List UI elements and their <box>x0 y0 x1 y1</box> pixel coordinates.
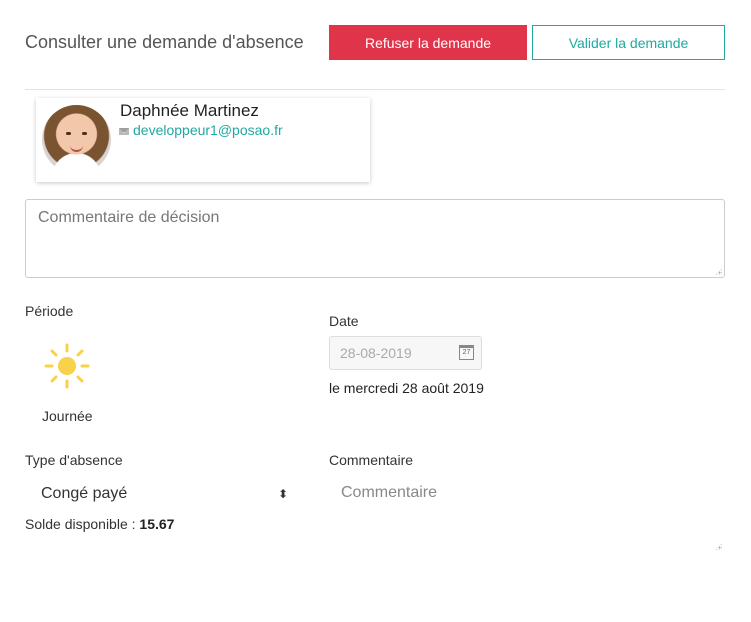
comment-label: Commentaire <box>329 452 414 468</box>
period-label: Période <box>25 303 74 319</box>
date-input-value: 28-08-2019 <box>340 345 412 361</box>
comment-placeholder: Commentaire <box>341 484 438 501</box>
calendar-icon[interactable]: 27 <box>459 345 474 360</box>
avatar-smile <box>70 144 83 152</box>
period-value: Journée <box>42 408 93 424</box>
balance-text: Solde disponible : 15.67 <box>25 516 174 532</box>
sun-icon <box>44 343 90 389</box>
date-input[interactable]: 28-08-2019 27 <box>329 336 482 370</box>
employee-card: Daphnée Martinez developpeur1@posao.fr <box>36 98 370 182</box>
date-label: Date <box>329 313 359 329</box>
employee-email-link[interactable]: developpeur1@posao.fr <box>133 122 283 138</box>
employee-name: Daphnée Martinez <box>120 101 259 120</box>
absence-type-selected: Congé payé <box>41 485 128 502</box>
select-arrows-icon: ⬍ <box>277 487 288 501</box>
decision-comment-textarea[interactable]: Commentaire de décision <box>25 199 725 278</box>
refuse-request-button[interactable]: Refuser la demande <box>329 25 527 60</box>
validate-request-button[interactable]: Valider la demande <box>532 25 725 60</box>
header-divider <box>25 89 725 90</box>
envelope-icon <box>119 128 129 135</box>
resize-grip-icon[interactable] <box>715 543 722 550</box>
date-long-text: le mercredi 28 août 2019 <box>329 380 484 396</box>
absence-type-select[interactable]: Congé payé ⬍ <box>25 479 295 509</box>
page-title: Consulter une demande d'absence <box>25 32 304 52</box>
comment-textarea[interactable]: Commentaire <box>329 476 725 552</box>
absence-type-label: Type d'absence <box>25 452 123 468</box>
balance-label: Solde disponible : <box>25 516 136 532</box>
resize-grip-icon[interactable] <box>715 268 722 275</box>
avatar-eye <box>82 132 87 135</box>
avatar <box>42 105 111 174</box>
avatar-eye <box>66 132 71 135</box>
balance-value: 15.67 <box>139 516 175 532</box>
decision-comment-placeholder: Commentaire de décision <box>38 209 220 226</box>
